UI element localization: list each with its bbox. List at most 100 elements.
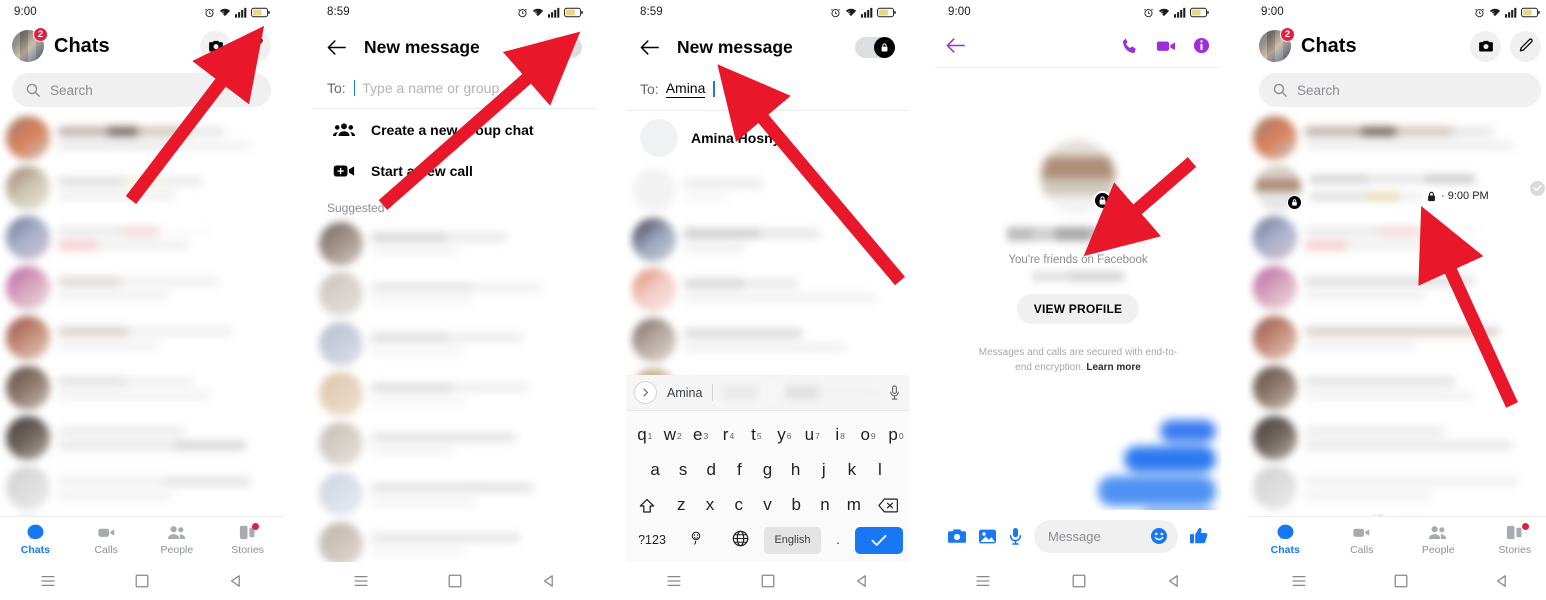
message-input[interactable]: Message <box>1034 519 1178 553</box>
list-item[interactable] <box>313 419 596 469</box>
suggested-list[interactable] <box>313 219 596 600</box>
recents-icon[interactable] <box>1291 573 1307 589</box>
list-item[interactable] <box>1247 113 1546 163</box>
key-j[interactable]: j <box>810 452 838 487</box>
key-n[interactable]: n <box>811 487 840 522</box>
list-item[interactable] <box>0 163 283 213</box>
list-item[interactable] <box>1247 213 1546 263</box>
end-to-end-encryption-toggle[interactable] <box>542 36 582 58</box>
home-icon[interactable] <box>761 574 775 588</box>
list-item[interactable] <box>1247 463 1546 513</box>
back-icon[interactable] <box>1495 574 1509 588</box>
symbols-key[interactable]: ?123 <box>632 533 672 547</box>
recents-icon[interactable] <box>975 573 991 589</box>
chat-list[interactable]: · 9:00 PM View more <box>1247 113 1546 527</box>
key-y[interactable]: y6 <box>768 417 796 452</box>
list-item[interactable] <box>313 319 596 369</box>
compose-button[interactable] <box>240 30 271 62</box>
list-item[interactable] <box>626 165 909 215</box>
thumbs-up-icon[interactable] <box>1189 527 1209 545</box>
recents-icon[interactable] <box>353 573 369 589</box>
nav-tab-people[interactable]: People <box>142 517 213 562</box>
back-arrow-icon[interactable] <box>327 39 346 56</box>
home-icon[interactable] <box>135 574 149 588</box>
phone-icon[interactable] <box>1121 37 1139 55</box>
list-item[interactable] <box>0 313 283 363</box>
list-item[interactable] <box>0 413 283 463</box>
key-d[interactable]: d <box>697 452 725 487</box>
expand-suggestions-button[interactable] <box>634 381 657 404</box>
language-key[interactable] <box>720 530 760 550</box>
nav-tab-calls[interactable]: Calls <box>71 517 142 562</box>
secret-chat-row[interactable]: · 9:00 PM <box>1247 163 1546 213</box>
key-v[interactable]: v <box>753 487 782 522</box>
to-field[interactable]: To: Amina <box>626 70 909 111</box>
nav-tab-stories[interactable]: Stories <box>1477 517 1546 562</box>
list-item[interactable] <box>0 463 283 513</box>
gallery-icon[interactable] <box>978 528 997 545</box>
list-item[interactable] <box>0 363 283 413</box>
key-b[interactable]: b <box>782 487 811 522</box>
back-icon[interactable] <box>229 574 243 588</box>
compose-button[interactable] <box>1510 30 1541 62</box>
learn-more-link[interactable]: Learn more <box>1086 362 1140 373</box>
video-camera-icon[interactable] <box>1156 38 1176 54</box>
microphone-icon[interactable] <box>888 385 901 400</box>
nav-tab-chats[interactable]: Chats <box>0 517 71 562</box>
key-x[interactable]: x <box>696 487 725 522</box>
list-item[interactable] <box>0 113 283 163</box>
key-w[interactable]: w2 <box>656 417 684 452</box>
backspace-key[interactable] <box>868 487 907 522</box>
back-arrow-icon[interactable] <box>946 37 965 54</box>
nav-tab-chats[interactable]: Chats <box>1247 517 1324 562</box>
home-icon[interactable] <box>1072 574 1086 588</box>
enter-key[interactable] <box>855 526 903 554</box>
key-q[interactable]: q1 <box>628 417 656 452</box>
recents-icon[interactable] <box>40 573 56 589</box>
list-item[interactable] <box>626 315 909 365</box>
end-to-end-encryption-toggle[interactable] <box>855 36 895 58</box>
search-input[interactable]: Search <box>12 73 271 107</box>
key-s[interactable]: s <box>669 452 697 487</box>
shift-key[interactable] <box>628 487 667 522</box>
key-i[interactable]: i8 <box>823 417 851 452</box>
list-item[interactable] <box>313 469 596 519</box>
list-item[interactable] <box>0 213 283 263</box>
start-new-call-row[interactable]: Start a new call <box>313 151 596 191</box>
camera-icon[interactable] <box>947 527 967 545</box>
search-input[interactable]: Search <box>1259 73 1541 107</box>
list-item[interactable] <box>1247 313 1546 363</box>
list-item[interactable] <box>313 369 596 419</box>
camera-button[interactable] <box>1470 30 1501 62</box>
contact-result-row[interactable]: Amina Hosny <box>626 111 909 165</box>
list-item[interactable] <box>626 215 909 265</box>
key-o[interactable]: o9 <box>851 417 879 452</box>
key-e[interactable]: e3 <box>684 417 712 452</box>
contact-avatar-large[interactable] <box>1041 140 1115 214</box>
back-icon[interactable] <box>1167 574 1181 588</box>
nav-tab-people[interactable]: People <box>1400 517 1477 562</box>
emoji-icon[interactable] <box>1150 527 1168 545</box>
period-key[interactable]: . <box>825 533 851 547</box>
key-z[interactable]: z <box>667 487 696 522</box>
back-icon[interactable] <box>542 574 556 588</box>
key-g[interactable]: g <box>753 452 781 487</box>
key-p[interactable]: p0 <box>879 417 907 452</box>
to-field[interactable]: To: Type a name or group <box>313 70 596 109</box>
nav-tab-calls[interactable]: Calls <box>1324 517 1401 562</box>
key-m[interactable]: m <box>839 487 868 522</box>
info-icon[interactable] <box>1193 37 1210 54</box>
nav-tab-stories[interactable]: Stories <box>212 517 283 562</box>
profile-avatar-button[interactable]: 2 <box>12 27 48 62</box>
back-arrow-icon[interactable] <box>640 39 659 56</box>
list-item[interactable] <box>1247 263 1546 313</box>
space-key[interactable]: English <box>764 526 821 554</box>
microphone-icon[interactable] <box>1008 527 1023 545</box>
list-item[interactable] <box>1247 363 1546 413</box>
list-item[interactable] <box>313 219 596 269</box>
key-h[interactable]: h <box>782 452 810 487</box>
back-icon[interactable] <box>855 574 869 588</box>
home-icon[interactable] <box>448 574 462 588</box>
emoji-comma-key[interactable] <box>676 531 716 550</box>
view-profile-button[interactable]: VIEW PROFILE <box>1016 294 1140 324</box>
